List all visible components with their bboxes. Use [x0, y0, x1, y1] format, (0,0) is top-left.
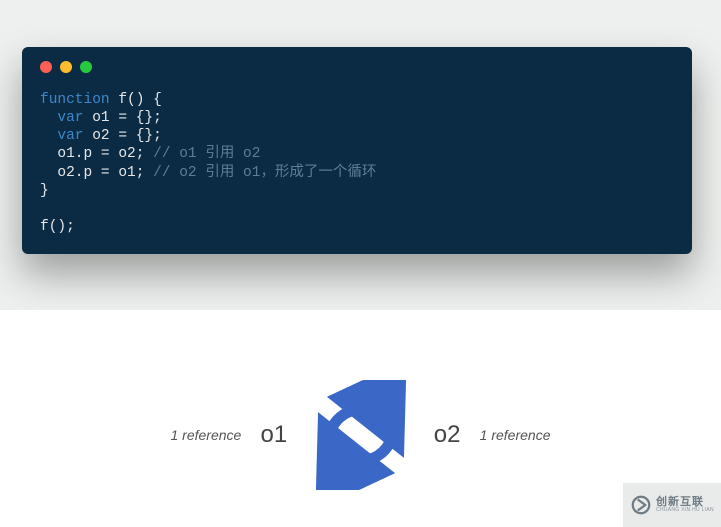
code-text: f(); [40, 219, 75, 235]
code-window: function f() { var o1 = {}; var o2 = {};… [22, 47, 692, 254]
code-text: o1.p = o2; [40, 146, 153, 162]
code-text: f() { [110, 92, 162, 108]
watermark: 创新互联 CHUANG XIN HU LIAN [623, 483, 721, 527]
code-text: o2.p = o1; [40, 165, 153, 181]
watermark-en: CHUANG XIN HU LIAN [656, 508, 714, 513]
code-block: function f() { var o1 = {}; var o2 = {};… [40, 91, 674, 236]
code-panel-background: function f() { var o1 = {}; var o2 = {};… [0, 0, 721, 310]
object-node-o2: o2 [434, 421, 461, 449]
code-comment: // o1 引用 o2 [153, 146, 260, 162]
cycle-arrows-icon [316, 380, 406, 490]
object-node-o1: o1 [261, 421, 288, 449]
minimize-icon[interactable] [60, 61, 72, 73]
code-text: o1 = {}; [84, 110, 162, 126]
watermark-text: 创新互联 CHUANG XIN HU LIAN [656, 497, 714, 513]
reference-count-right: 1 reference [480, 427, 551, 443]
reference-cycle-diagram: 1 reference o1 o2 1 reference [201, 375, 521, 495]
code-text: } [40, 183, 49, 199]
maximize-icon[interactable] [80, 61, 92, 73]
code-text: o2 = {}; [84, 128, 162, 144]
watermark-logo-icon [630, 494, 652, 516]
keyword-function: function [40, 92, 110, 108]
keyword-var: var [40, 128, 84, 144]
window-titlebar [40, 61, 674, 73]
keyword-var: var [40, 110, 84, 126]
diagram-area: 1 reference o1 o2 1 reference 创新互联 CHUAN… [0, 310, 721, 527]
reference-count-left: 1 reference [171, 427, 242, 443]
close-icon[interactable] [40, 61, 52, 73]
code-comment: // o2 引用 o1，形成了一个循环 [153, 165, 376, 181]
